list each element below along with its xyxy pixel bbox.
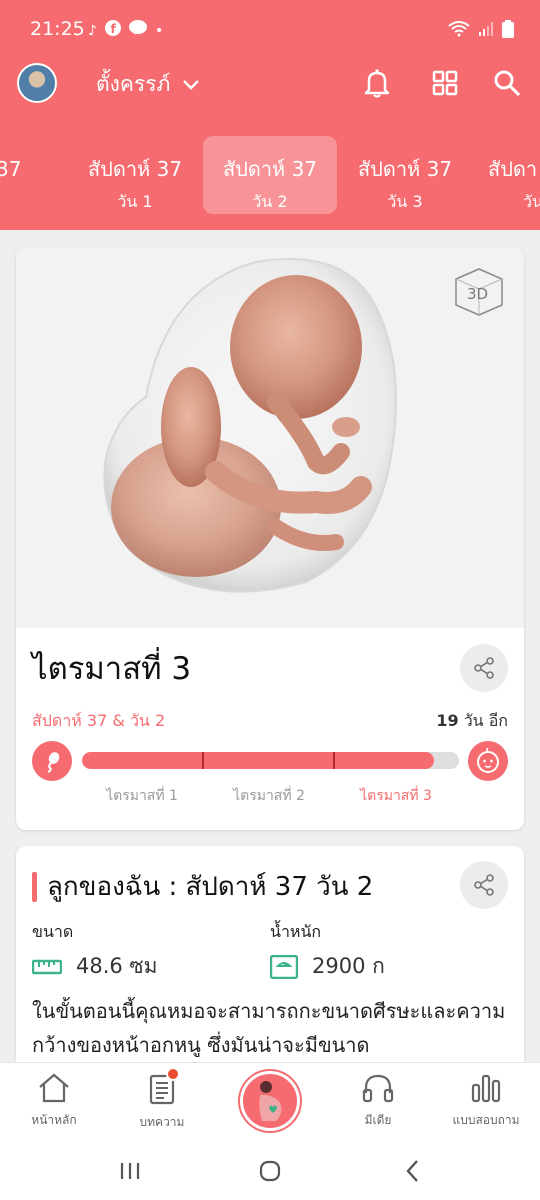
ruler-icon (32, 959, 62, 974)
svg-text:f: f (110, 22, 116, 36)
baby-face-icon (468, 741, 508, 781)
top-bar: ตั้งครรภ์ (0, 56, 540, 116)
chevron-down-icon (183, 79, 200, 90)
trimester-label-3: ไตรมาสที่ 3 (360, 788, 432, 804)
headphones-icon (362, 1074, 394, 1103)
scale-icon (270, 954, 298, 979)
share-button[interactable] (460, 861, 508, 909)
svg-text:3D: 3D (467, 285, 488, 303)
search-icon[interactable] (490, 66, 524, 100)
notification-dot (166, 1067, 180, 1081)
days-remaining-text: วัน อีก (463, 711, 508, 730)
app-header: 21:25 ♪ f • ตั้งครรภ์ 37 สัปดาห์ 37 วัน … (0, 0, 540, 230)
more-notifications-icon: • (154, 22, 164, 39)
recent-apps-icon[interactable] (110, 1156, 150, 1186)
week-tab[interactable]: สัปดาห์ 37 วัน 3 (338, 136, 472, 214)
back-icon[interactable] (392, 1156, 432, 1186)
trimester-label-1: ไตรมาสที่ 1 (106, 788, 178, 804)
pregnancy-mode-button[interactable] (240, 1071, 300, 1131)
signal-icon (479, 22, 493, 36)
facebook-icon: f (104, 20, 121, 41)
trimester-title: ไตรมาสที่ 3 (32, 651, 192, 687)
baby-card-title: ลูกของฉัน : สัปดาห์ 37 วัน 2 (32, 866, 373, 907)
tiktok-icon: ♪ (88, 22, 97, 39)
stage-title: ตั้งครรภ์ (96, 72, 171, 96)
home-button-icon[interactable] (250, 1156, 290, 1186)
nav-home[interactable]: หน้าหลัก (0, 1073, 108, 1130)
sperm-icon (32, 741, 72, 781)
weight-label: น้ำหนัก (270, 922, 322, 941)
status-bar: 21:25 ♪ f • (0, 0, 540, 56)
bell-icon[interactable] (360, 66, 394, 100)
pregnancy-progress-bar (82, 752, 459, 769)
baby-info-card: ลูกของฉัน : สัปดาห์ 37 วัน 2 ขนาด 48.6 ซ… (16, 846, 524, 1076)
home-icon (39, 1073, 69, 1103)
nav-articles[interactable]: บทความ (108, 1067, 216, 1132)
current-week-day: สัปดาห์ 37 & วัน 2 (32, 711, 166, 730)
share-icon (474, 657, 494, 679)
week-tab-selected[interactable]: สัปดาห์ 37 วัน 2 (203, 136, 337, 214)
notification-icons: ♪ f • (88, 20, 163, 41)
bottom-navigation: หน้าหลัก บทความ มีเดีย แบบสอบถาม (0, 1062, 540, 1142)
size-label: ขนาด (32, 922, 74, 941)
stage-selector[interactable]: ตั้งครรภ์ (96, 68, 200, 101)
week-tab[interactable]: สัปดา วัน (473, 136, 540, 214)
avatar[interactable] (17, 63, 57, 103)
3d-view-badge[interactable]: 3D (452, 265, 506, 323)
weight-value: 2900 ก (270, 950, 385, 983)
size-value: 48.6 ซม (32, 950, 158, 983)
fetus-3d-image[interactable]: 3D (16, 247, 524, 628)
system-status-icons (448, 20, 514, 38)
days-remaining: 19 วัน อีก (436, 709, 508, 734)
trimester-divider (202, 752, 204, 769)
trimester-label-2: ไตรมาสที่ 2 (233, 788, 305, 804)
week-day-strip: ห์ 37 สัปดาห์ 37 วัน 1 สัปดาห์ 37 วัน 2 … (0, 136, 540, 216)
share-icon (474, 874, 494, 896)
pregnant-woman-icon (259, 1081, 282, 1121)
pregnancy-progress-fill (82, 752, 435, 769)
days-remaining-count: 19 (436, 711, 459, 730)
week-tab[interactable]: สัปดาห์ 37 วัน 1 (68, 136, 202, 214)
battery-icon (502, 20, 514, 38)
status-time: 21:25 (30, 18, 85, 40)
trimester-card: 3D ไตรมาสที่ 3 สัปดาห์ 37 & วัน 2 19 วัน… (16, 247, 524, 830)
grid-icon[interactable] (428, 66, 462, 100)
system-navigation-bar (0, 1142, 540, 1200)
title-accent-bar (32, 871, 37, 902)
bar-chart-icon (471, 1074, 501, 1103)
line-icon (128, 20, 147, 41)
trimester-divider (333, 752, 335, 769)
nav-media[interactable]: มีเดีย (324, 1073, 432, 1130)
nav-quiz[interactable]: แบบสอบถาม (432, 1073, 540, 1130)
wifi-icon (448, 21, 470, 37)
share-button[interactable] (460, 644, 508, 692)
week-tab[interactable]: ห์ 37 (0, 136, 66, 214)
baby-description: ในขั้นตอนนี้คุณหมอจะสามารถกะขนาดศีรษะและ… (32, 999, 506, 1057)
